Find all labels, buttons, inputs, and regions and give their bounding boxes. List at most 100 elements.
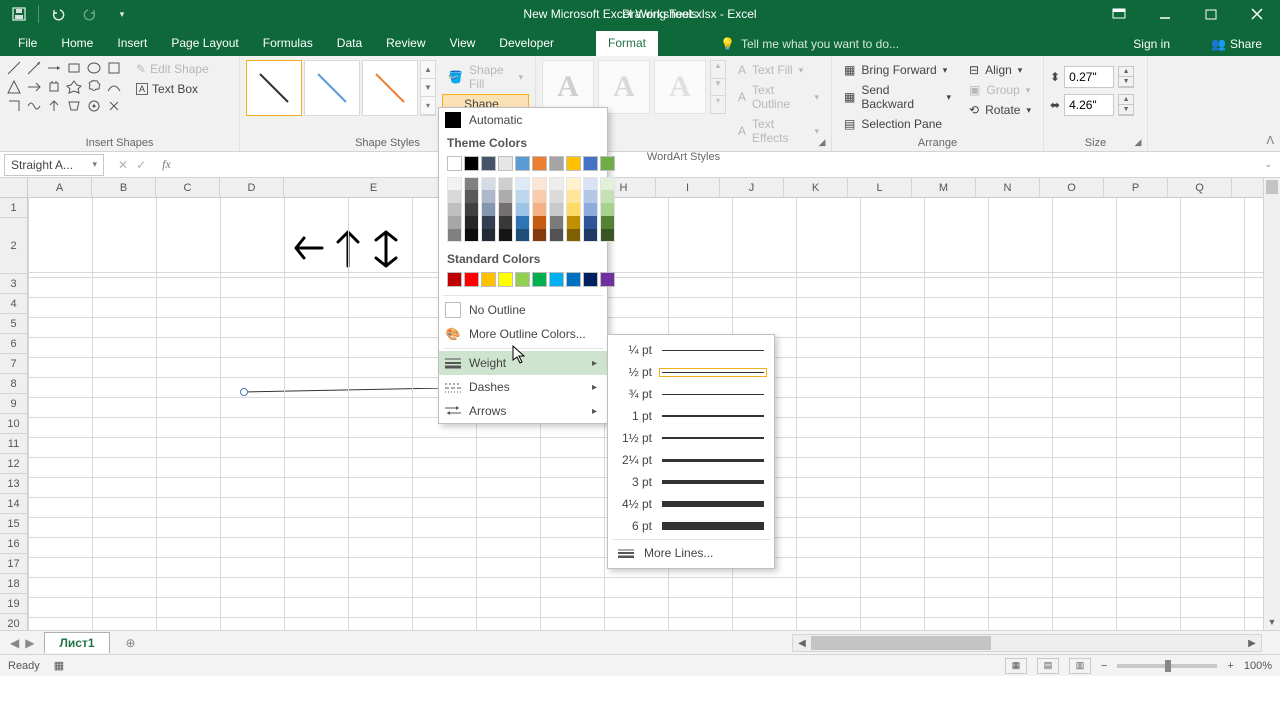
- qat-customize-icon[interactable]: ▾: [109, 2, 135, 26]
- shape-gallery-item[interactable]: [46, 79, 64, 97]
- color-swatch[interactable]: [464, 177, 479, 190]
- color-swatch[interactable]: [464, 190, 479, 203]
- normal-view-icon[interactable]: ▦: [1005, 658, 1027, 674]
- page-layout-view-icon[interactable]: ▤: [1037, 658, 1059, 674]
- row-header[interactable]: 1: [0, 198, 28, 218]
- color-swatch[interactable]: [481, 272, 496, 287]
- color-swatch[interactable]: [532, 203, 547, 216]
- row-header[interactable]: 5: [0, 314, 28, 334]
- color-swatch[interactable]: [464, 203, 479, 216]
- color-swatch[interactable]: [566, 272, 581, 287]
- row-header[interactable]: 14: [0, 494, 28, 514]
- color-swatch[interactable]: [447, 177, 462, 190]
- color-swatch[interactable]: [481, 203, 496, 216]
- tell-me-search[interactable]: 💡Tell me what you want to do...: [710, 32, 909, 56]
- color-swatch[interactable]: [481, 229, 496, 242]
- color-swatch[interactable]: [600, 272, 615, 287]
- color-swatch[interactable]: [583, 272, 598, 287]
- more-outline-colors-item[interactable]: 🎨More Outline Colors...: [439, 322, 607, 346]
- color-swatch[interactable]: [600, 190, 615, 203]
- dashes-submenu-item[interactable]: Dashes▸: [439, 375, 607, 399]
- row-header[interactable]: 13: [0, 474, 28, 494]
- tab-data[interactable]: Data: [325, 31, 374, 56]
- color-swatch[interactable]: [600, 177, 615, 190]
- row-header[interactable]: 2: [0, 218, 28, 274]
- weight-option[interactable]: 1 pt: [608, 405, 774, 427]
- shape-gallery-item[interactable]: [66, 60, 84, 78]
- outline-automatic[interactable]: Automatic: [439, 108, 607, 132]
- color-swatch[interactable]: [583, 203, 598, 216]
- color-swatch[interactable]: [549, 272, 564, 287]
- color-swatch[interactable]: [549, 229, 564, 242]
- scrollbar-thumb[interactable]: [1266, 180, 1278, 194]
- color-swatch[interactable]: [515, 190, 530, 203]
- send-backward-button[interactable]: ▦Send Backward▾: [838, 80, 957, 114]
- column-header[interactable]: Q: [1168, 178, 1232, 197]
- share-button[interactable]: 👥Share: [1201, 32, 1272, 56]
- color-swatch[interactable]: [447, 190, 462, 203]
- shape-gallery-item[interactable]: [26, 60, 44, 78]
- horizontal-scrollbar[interactable]: ◀▶: [792, 634, 1262, 652]
- weight-submenu-item[interactable]: Weight▸: [439, 351, 607, 375]
- tab-review[interactable]: Review: [374, 31, 437, 56]
- zoom-in-icon[interactable]: +: [1227, 660, 1233, 672]
- tab-insert[interactable]: Insert: [105, 31, 159, 56]
- page-break-view-icon[interactable]: ▥: [1069, 658, 1091, 674]
- row-header[interactable]: 20: [0, 614, 28, 630]
- sheet-nav-next-icon[interactable]: ▶: [25, 636, 34, 650]
- no-outline-item[interactable]: No Outline: [439, 298, 607, 322]
- selection-pane-button[interactable]: ▤Selection Pane: [838, 114, 957, 134]
- color-swatch[interactable]: [498, 272, 513, 287]
- color-swatch[interactable]: [532, 156, 547, 171]
- shape-gallery-item[interactable]: [106, 98, 124, 116]
- column-header[interactable]: E: [284, 178, 464, 197]
- shape-gallery-item[interactable]: [6, 98, 24, 116]
- shape-gallery-item[interactable]: [6, 60, 24, 78]
- dialog-launcher-icon[interactable]: ◢: [1132, 136, 1144, 148]
- align-button[interactable]: ⊟Align▾: [963, 60, 1037, 80]
- color-swatch[interactable]: [498, 216, 513, 229]
- color-swatch[interactable]: [566, 190, 581, 203]
- zoom-out-icon[interactable]: −: [1101, 660, 1107, 672]
- name-box[interactable]: Straight A...▾: [4, 154, 104, 176]
- color-swatch[interactable]: [447, 216, 462, 229]
- color-swatch[interactable]: [447, 272, 462, 287]
- weight-option[interactable]: 6 pt: [608, 515, 774, 537]
- tab-view[interactable]: View: [438, 31, 488, 56]
- column-header[interactable]: D: [220, 178, 284, 197]
- sign-in-link[interactable]: Sign in: [1123, 32, 1180, 56]
- shape-gallery-item[interactable]: [86, 60, 104, 78]
- column-header[interactable]: B: [92, 178, 156, 197]
- color-swatch[interactable]: [532, 177, 547, 190]
- color-swatch[interactable]: [481, 177, 496, 190]
- color-swatch[interactable]: [549, 156, 564, 171]
- color-swatch[interactable]: [498, 203, 513, 216]
- bring-forward-button[interactable]: ▦Bring Forward▾: [838, 60, 957, 80]
- weight-option[interactable]: ¾ pt: [608, 383, 774, 405]
- row-header[interactable]: 12: [0, 454, 28, 474]
- color-swatch[interactable]: [447, 229, 462, 242]
- column-header[interactable]: J: [720, 178, 784, 197]
- color-swatch[interactable]: [583, 190, 598, 203]
- color-swatch[interactable]: [583, 156, 598, 171]
- row-header[interactable]: 15: [0, 514, 28, 534]
- color-swatch[interactable]: [532, 190, 547, 203]
- sheet-tab[interactable]: Лист1: [44, 632, 109, 653]
- shape-gallery-item[interactable]: [86, 98, 104, 116]
- color-swatch[interactable]: [532, 229, 547, 242]
- column-header[interactable]: I: [656, 178, 720, 197]
- tab-file[interactable]: File: [6, 31, 49, 56]
- color-swatch[interactable]: [600, 156, 615, 171]
- undo-icon[interactable]: [45, 2, 71, 26]
- shape-gallery-item[interactable]: [46, 60, 64, 78]
- color-swatch[interactable]: [498, 177, 513, 190]
- color-swatch[interactable]: [464, 216, 479, 229]
- color-swatch[interactable]: [515, 203, 530, 216]
- color-swatch[interactable]: [583, 216, 598, 229]
- color-swatch[interactable]: [481, 156, 496, 171]
- color-swatch[interactable]: [515, 177, 530, 190]
- color-swatch[interactable]: [549, 190, 564, 203]
- tab-formulas[interactable]: Formulas: [251, 31, 325, 56]
- column-header[interactable]: P: [1104, 178, 1168, 197]
- shape-gallery-item[interactable]: [66, 79, 84, 97]
